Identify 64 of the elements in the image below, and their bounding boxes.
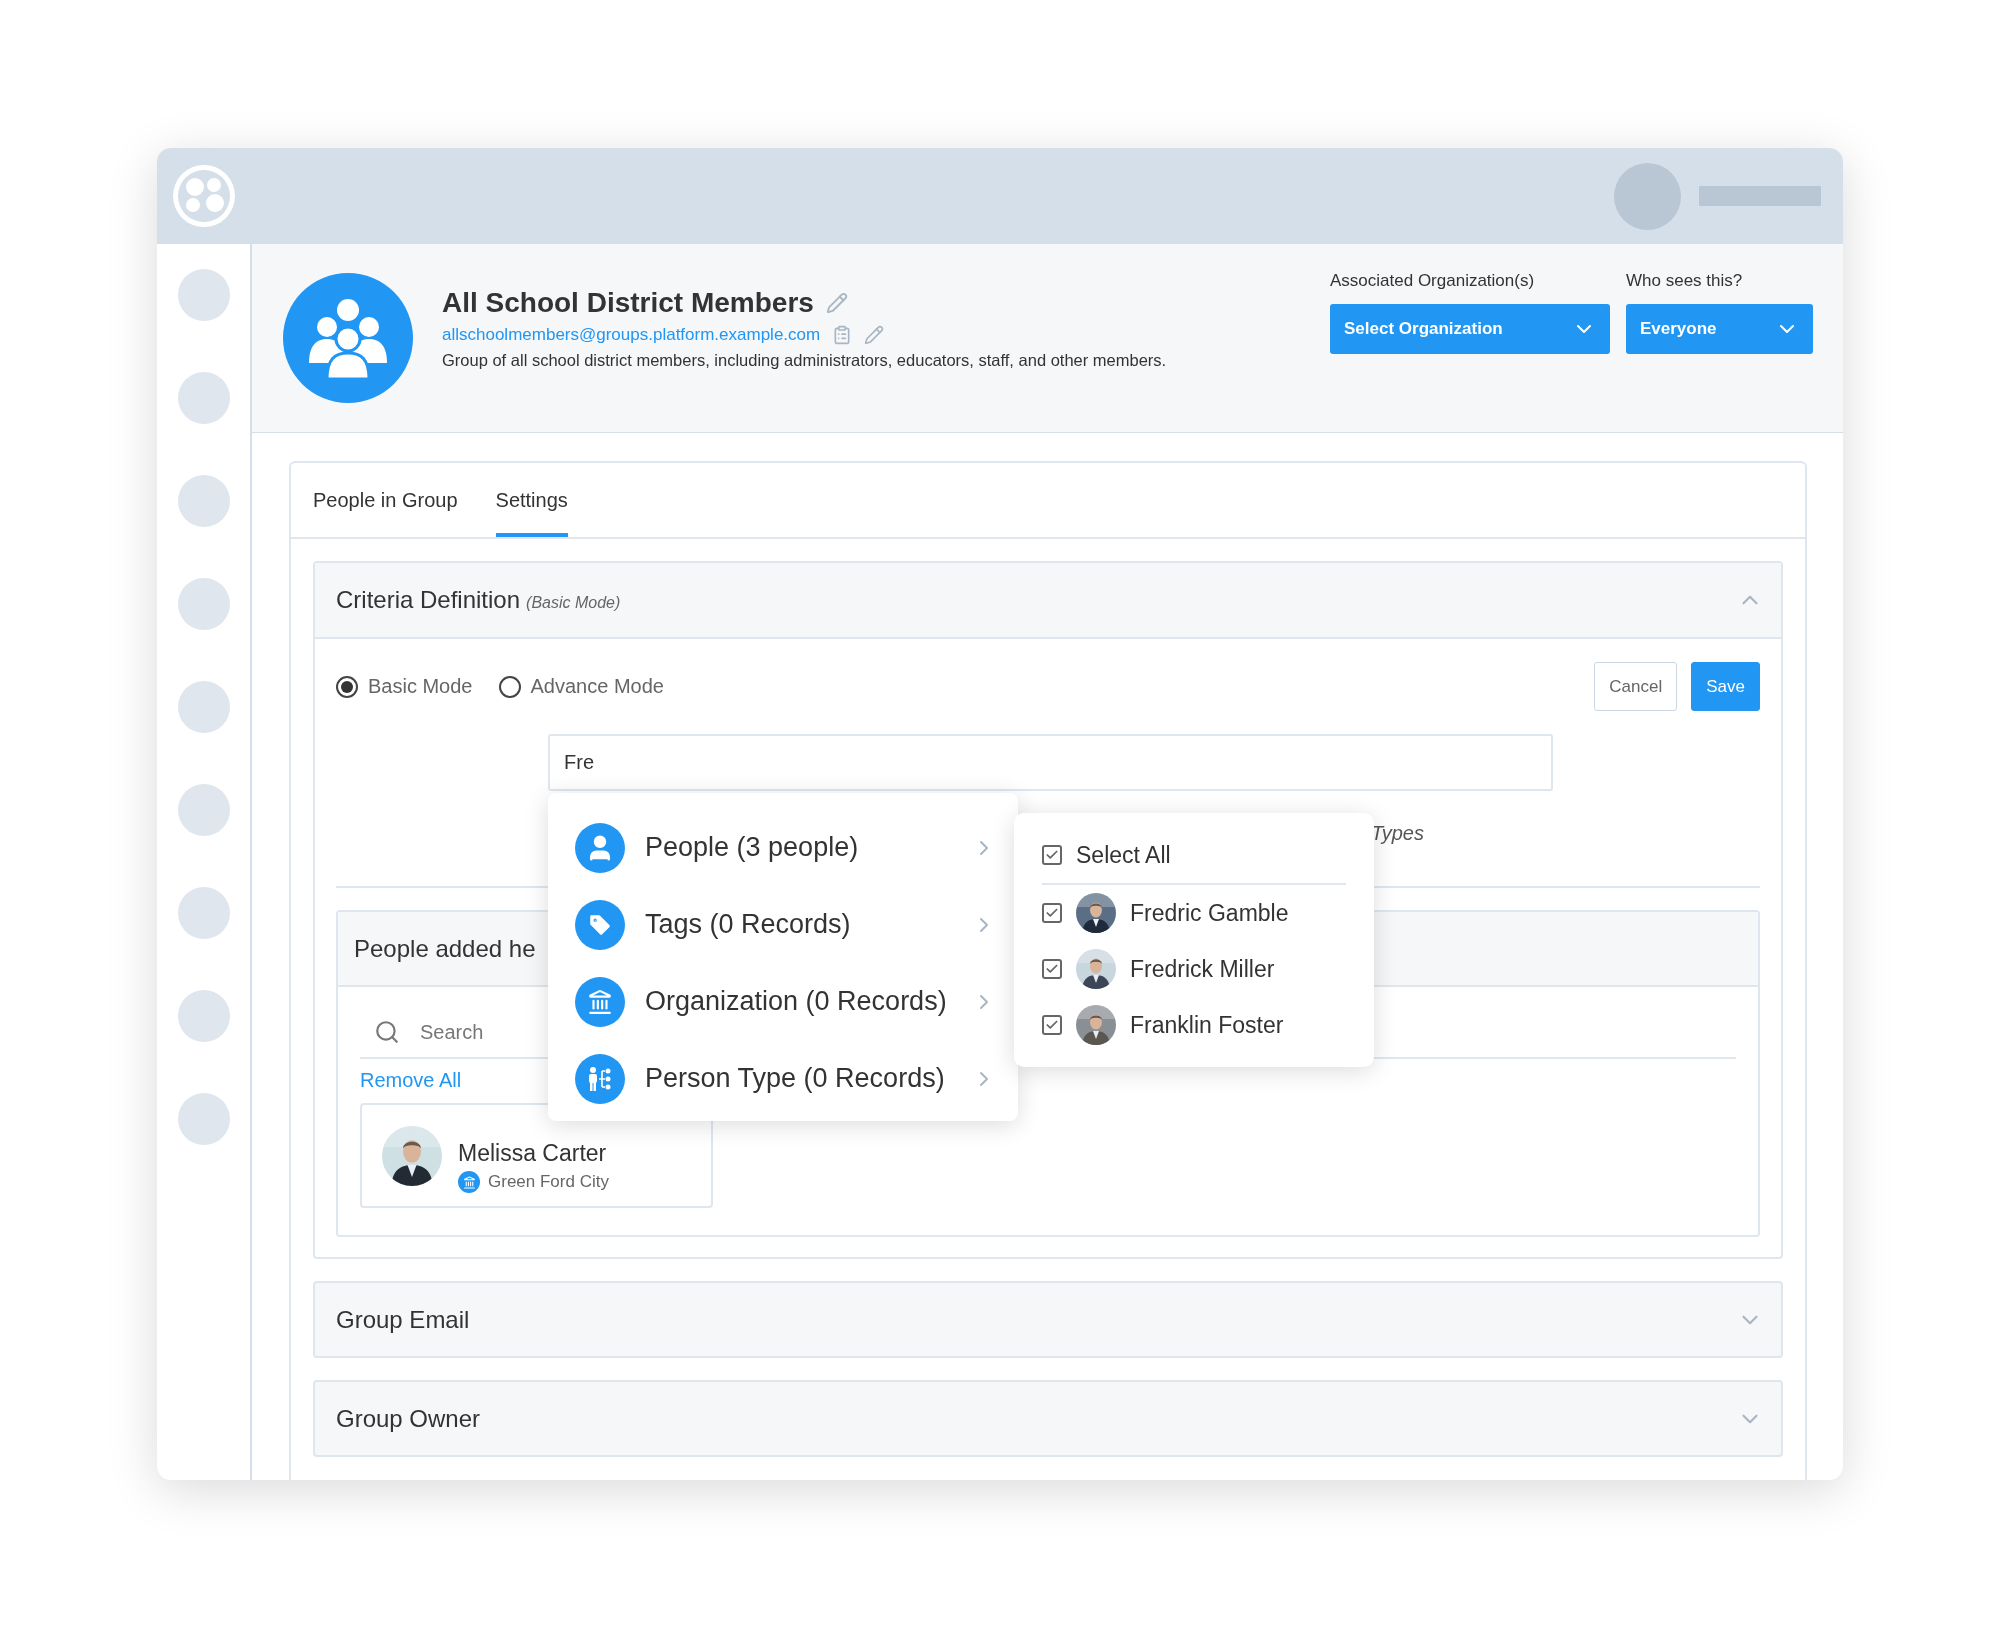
- person-name: Fredric Gamble: [1130, 899, 1289, 927]
- menu-item[interactable]: Person Type (0 Records): [575, 1040, 996, 1117]
- tab[interactable]: People in Group: [313, 463, 458, 537]
- option-label: Select All: [1076, 841, 1171, 869]
- nav-placeholder[interactable]: [177, 990, 230, 1042]
- tab[interactable]: Settings: [495, 463, 568, 537]
- radio-label: Advance Mode: [530, 675, 664, 698]
- hint-text: Types: [1371, 822, 1424, 845]
- radio-label: Basic Mode: [368, 675, 473, 698]
- nav-placeholder[interactable]: [177, 372, 230, 424]
- select-all-option[interactable]: Select All: [1042, 827, 1346, 885]
- collapsed-section[interactable]: Group Email: [313, 1281, 1783, 1358]
- edit-icon[interactable]: [825, 291, 848, 314]
- nav-placeholder[interactable]: [177, 784, 230, 836]
- person-name: Fredrick Miller: [1130, 955, 1275, 983]
- menu-item-label: Person Type (0 Records): [645, 1063, 946, 1094]
- mode-radio[interactable]: Advance Mode: [498, 675, 664, 698]
- menu-item-label: Organization (0 Records): [645, 986, 948, 1017]
- menu-item-label: Tags (0 Records): [645, 909, 852, 940]
- field-label: Who sees this?: [1626, 271, 1744, 291]
- checkbox[interactable]: [1042, 845, 1062, 865]
- bank-icon: [458, 1171, 480, 1193]
- check-icon: [1045, 906, 1059, 920]
- group-description: Group of all school district members, including administrators, educators, staff, and other members.: [442, 350, 1168, 370]
- check-icon: [1045, 1018, 1059, 1032]
- checkbox[interactable]: [1042, 903, 1062, 923]
- nav-placeholder[interactable]: [177, 681, 230, 733]
- panel-title: Criteria Definition (Basic Mode): [336, 586, 621, 614]
- group-title: All School District Members: [442, 286, 814, 319]
- section-title: Group Email: [336, 1305, 470, 1334]
- person-option[interactable]: Fredrick Miller: [1042, 941, 1346, 997]
- panel-title: People added he: [354, 934, 536, 963]
- collapsed-section[interactable]: Group Owner: [313, 1380, 1783, 1457]
- nav-placeholder[interactable]: [177, 475, 230, 527]
- logo-icon[interactable]: [171, 163, 237, 229]
- section-title: Group Owner: [336, 1404, 481, 1433]
- nav-placeholder[interactable]: [177, 1093, 230, 1145]
- field-label: Associated Organization(s): [1330, 271, 1536, 291]
- member-organization: Green Ford City: [488, 1172, 609, 1192]
- bank-icon: [587, 988, 613, 1015]
- radio-icon[interactable]: [498, 675, 521, 698]
- check-icon: [1045, 962, 1059, 976]
- search-field[interactable]: Search: [418, 1020, 538, 1045]
- menu-item[interactable]: Tags (0 Records): [575, 886, 996, 963]
- menu-item-label: People (3 people): [645, 832, 860, 863]
- menu-item[interactable]: Organization (0 Records): [575, 963, 996, 1040]
- person-option[interactable]: Franklin Foster: [1042, 997, 1346, 1053]
- member-name: Melissa Carter: [458, 1140, 608, 1167]
- nav-placeholder[interactable]: [177, 578, 230, 630]
- menu-item[interactable]: People (3 people): [575, 809, 996, 886]
- mode-radio[interactable]: Basic Mode: [336, 675, 473, 698]
- cancel-button[interactable]: Cancel: [1594, 662, 1678, 711]
- radio-icon[interactable]: [336, 675, 358, 698]
- checkbox[interactable]: [1042, 959, 1062, 979]
- search-icon: [374, 1019, 400, 1045]
- check-icon: [1045, 848, 1059, 862]
- person-name: Franklin Foster: [1130, 1011, 1284, 1039]
- person-option[interactable]: Fredric Gamble: [1042, 885, 1346, 941]
- copy-icon[interactable]: [832, 324, 853, 345]
- edit-icon[interactable]: [864, 324, 885, 345]
- nav-placeholder[interactable]: [177, 269, 230, 321]
- checkbox[interactable]: [1042, 1015, 1062, 1035]
- criteria-search-field[interactable]: Fre: [548, 734, 1553, 791]
- nav-placeholder[interactable]: [177, 887, 230, 939]
